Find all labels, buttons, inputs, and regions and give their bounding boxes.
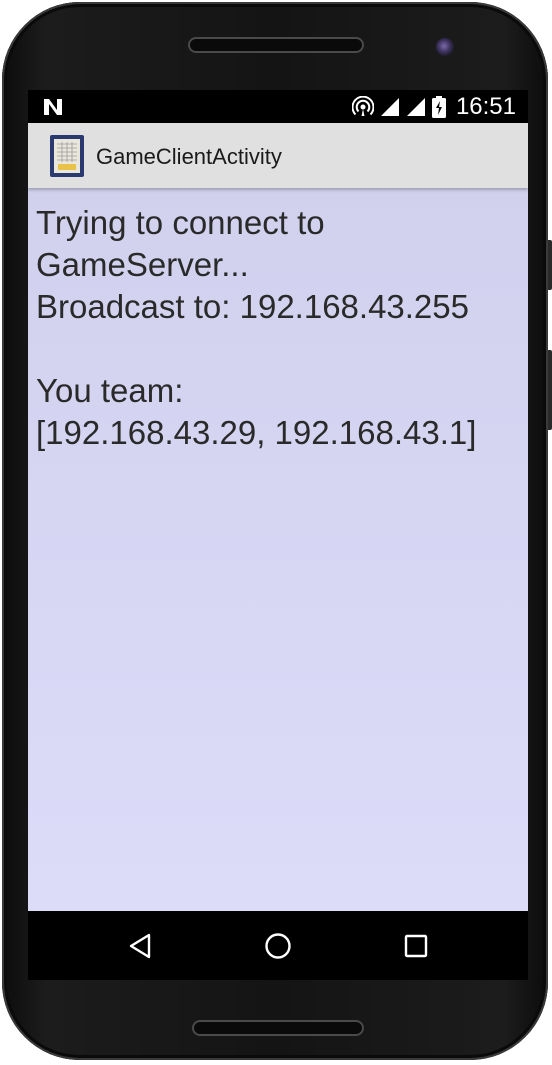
- status-time: 16:51: [455, 93, 516, 120]
- home-button[interactable]: [261, 929, 295, 963]
- battery-icon: [431, 96, 446, 118]
- back-icon: [129, 933, 151, 959]
- recents-icon: [404, 934, 428, 958]
- cell-signal-icon: [380, 98, 399, 116]
- app-icon[interactable]: [50, 135, 84, 177]
- recents-button[interactable]: [399, 929, 433, 963]
- home-icon: [265, 933, 291, 959]
- earpiece-speaker: [188, 37, 364, 53]
- status-icons: 16:51: [351, 93, 516, 121]
- navigation-bar: [28, 911, 528, 980]
- back-button[interactable]: [123, 929, 157, 963]
- wifi-signal-icon: [406, 98, 425, 116]
- notification-n-icon: [44, 99, 62, 115]
- phone-frame: 16:51 GameClientActivity Trying to conne…: [2, 2, 548, 1060]
- front-camera: [436, 38, 454, 56]
- hotspot-icon: [351, 96, 374, 116]
- content-area: Trying to connect to GameServer... Broad…: [28, 188, 528, 911]
- connection-status-text: Trying to connect to GameServer... Broad…: [36, 204, 477, 451]
- action-bar: GameClientActivity: [28, 123, 528, 188]
- status-bar: 16:51: [28, 90, 528, 123]
- volume-button: [548, 350, 552, 430]
- power-button: [548, 240, 552, 290]
- bottom-speaker: [192, 1020, 364, 1036]
- device-screen: 16:51 GameClientActivity Trying to conne…: [28, 90, 528, 980]
- app-title: GameClientActivity: [96, 144, 282, 169]
